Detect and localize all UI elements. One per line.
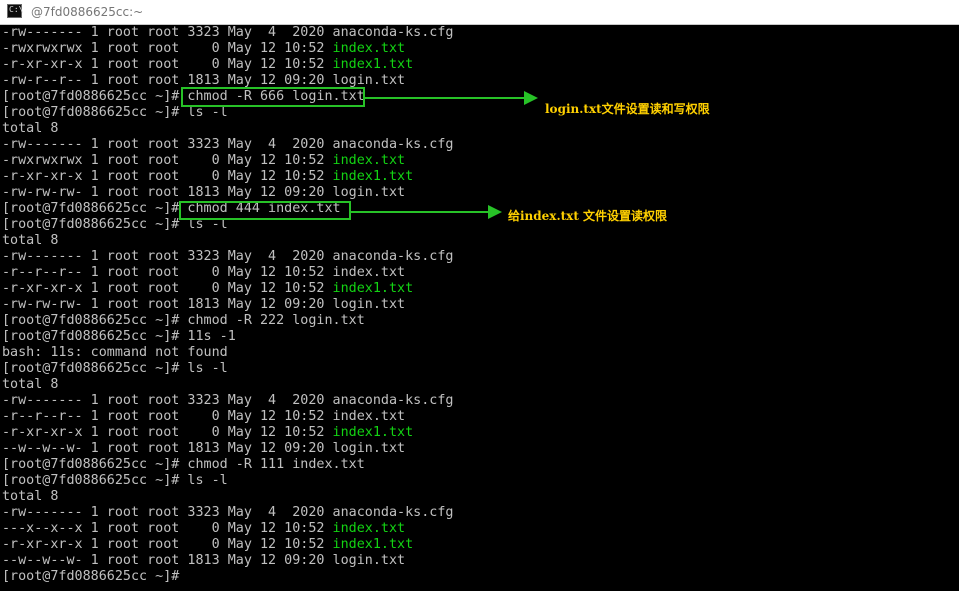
arrow-line-2 [351,211,489,213]
terminal-text: -rw------- 1 root root 3323 May 4 2020 a… [2,25,454,40]
terminal-text: -r-xr-xr-x 1 root root 0 May 12 10:52 [2,169,333,184]
executable-filename: index1.txt [332,57,414,72]
terminal-line: [root@7fd0886625cc ~]# [2,569,179,585]
terminal-text: -rw-r--r-- 1 root root 1813 May 12 09:20… [2,73,406,88]
terminal-line: [root@7fd0886625cc ~]# chmod -R 111 inde… [2,457,365,473]
terminal-line: total 8 [2,233,58,249]
executable-filename: index.txt [332,153,406,168]
terminal-text: [root@7fd0886625cc ~]# chmod -R 111 inde… [2,457,365,472]
terminal-text: -r--r--r-- 1 root root 0 May 12 10:52 in… [2,265,406,280]
terminal-line: -rw------- 1 root root 3323 May 4 2020 a… [2,25,453,41]
terminal-line: bash: 11s: command not found [2,345,228,361]
terminal-output[interactable]: -rw------- 1 root root 3323 May 4 2020 a… [0,25,959,591]
terminal-text: -rw------- 1 root root 3323 May 4 2020 a… [2,249,454,264]
terminal-text: --w--w--w- 1 root root 1813 May 12 09:20… [2,553,406,568]
terminal-text: total 8 [2,489,59,504]
annotation-label-2: 给index.txt 文件设置读权限 [508,209,668,223]
terminal-line: -r-xr-xr-x 1 root root 0 May 12 10:52 in… [2,537,413,553]
terminal-text: [root@7fd0886625cc ~]# [2,569,180,584]
terminal-text: -r-xr-xr-x 1 root root 0 May 12 10:52 [2,281,333,296]
window-title: @7fd0886625cc:~ [31,5,144,19]
executable-filename: index1.txt [332,169,414,184]
terminal-text: -rw-rw-rw- 1 root root 1813 May 12 09:20… [2,185,406,200]
terminal-text: -r--r--r-- 1 root root 0 May 12 10:52 in… [2,409,406,424]
terminal-line: -rw-rw-rw- 1 root root 1813 May 12 09:20… [2,297,405,313]
terminal-text: total 8 [2,377,59,392]
terminal-line: -rwxrwxrwx 1 root root 0 May 12 10:52 in… [2,41,405,57]
terminal-line: [root@7fd0886625cc ~]# ls -l [2,105,228,121]
executable-filename: index1.txt [332,425,414,440]
terminal-line: total 8 [2,377,58,393]
terminal-text: -r-xr-xr-x 1 root root 0 May 12 10:52 [2,57,333,72]
terminal-line: -rw------- 1 root root 3323 May 4 2020 a… [2,505,453,521]
executable-filename: index1.txt [332,281,414,296]
terminal-line: total 8 [2,489,58,505]
terminal-line: -r-xr-xr-x 1 root root 0 May 12 10:52 in… [2,281,413,297]
terminal-line: -rw------- 1 root root 3323 May 4 2020 a… [2,137,453,153]
terminal-line: -r-xr-xr-x 1 root root 0 May 12 10:52 in… [2,169,413,185]
terminal-line: total 8 [2,121,58,137]
terminal-line: [root@7fd0886625cc ~]# chmod -R 222 logi… [2,313,365,329]
arrow-line-1 [365,97,525,99]
executable-filename: index.txt [332,521,406,536]
terminal-line: --w--w--w- 1 root root 1813 May 12 09:20… [2,553,405,569]
annotation-label-1: login.txt文件设置读和写权限 [545,102,710,116]
terminal-text: total 8 [2,121,59,136]
terminal-text: --w--w--w- 1 root root 1813 May 12 09:20… [2,441,406,456]
terminal-text: [root@7fd0886625cc ~]# 11s -1 [2,329,236,344]
terminal-text: -rwxrwxrwx 1 root root 0 May 12 10:52 [2,153,333,168]
terminal-line: [root@7fd0886625cc ~]# 11s -1 [2,329,236,345]
executable-filename: index1.txt [332,537,414,552]
arrow-head-2 [488,205,502,219]
terminal-text: -rw-rw-rw- 1 root root 1813 May 12 09:20… [2,297,406,312]
terminal-line: -r--r--r-- 1 root root 0 May 12 10:52 in… [2,265,405,281]
terminal-text: total 8 [2,233,59,248]
terminal-text: [root@7fd0886625cc ~]# chmod -R 222 logi… [2,313,365,328]
terminal-line: -rwxrwxrwx 1 root root 0 May 12 10:52 in… [2,153,405,169]
terminal-line: -rw------- 1 root root 3323 May 4 2020 a… [2,249,453,265]
terminal-line: [root@7fd0886625cc ~]# ls -l [2,361,228,377]
terminal-text: ---x--x--x 1 root root 0 May 12 10:52 [2,521,333,536]
terminal-text: [root@7fd0886625cc ~]# ls -l [2,105,228,120]
terminal-line: [root@7fd0886625cc ~]# ls -l [2,473,228,489]
highlight-box-chmod-444 [179,201,351,220]
terminal-line: -r--r--r-- 1 root root 0 May 12 10:52 in… [2,409,405,425]
title-bar: C:\ @7fd0886625cc:~ [0,0,959,25]
terminal-line: -rw-rw-rw- 1 root root 1813 May 12 09:20… [2,185,405,201]
terminal-text: -rwxrwxrwx 1 root root 0 May 12 10:52 [2,41,333,56]
terminal-text: -r-xr-xr-x 1 root root 0 May 12 10:52 [2,537,333,552]
console-icon: C:\ [7,4,23,18]
terminal-line: -r-xr-xr-x 1 root root 0 May 12 10:52 in… [2,57,413,73]
terminal-line: -rw------- 1 root root 3323 May 4 2020 a… [2,393,453,409]
terminal-text: -rw------- 1 root root 3323 May 4 2020 a… [2,137,454,152]
terminal-text: -rw------- 1 root root 3323 May 4 2020 a… [2,393,454,408]
terminal-line: --w--w--w- 1 root root 1813 May 12 09:20… [2,441,405,457]
terminal-text: bash: 11s: command not found [2,345,228,360]
terminal-line: ---x--x--x 1 root root 0 May 12 10:52 in… [2,521,405,537]
terminal-text: [root@7fd0886625cc ~]# ls -l [2,473,228,488]
executable-filename: index.txt [332,41,406,56]
terminal-text: -r-xr-xr-x 1 root root 0 May 12 10:52 [2,425,333,440]
highlight-box-chmod-666 [181,87,365,107]
arrow-head-1 [524,91,538,105]
terminal-text: [root@7fd0886625cc ~]# ls -l [2,361,228,376]
terminal-text: -rw------- 1 root root 3323 May 4 2020 a… [2,505,454,520]
terminal-line: -r-xr-xr-x 1 root root 0 May 12 10:52 in… [2,425,413,441]
